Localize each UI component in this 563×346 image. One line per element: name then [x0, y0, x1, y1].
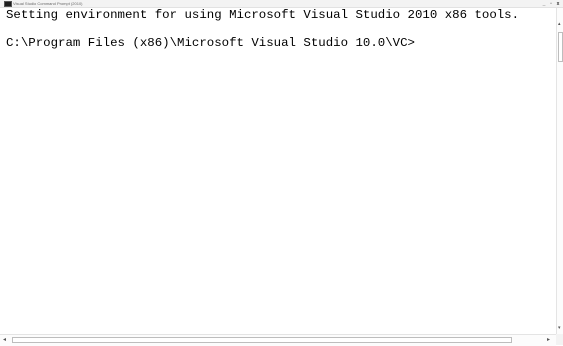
- vertical-scroll-thumb[interactable]: [558, 32, 563, 62]
- console-line-environment: Setting environment for using Microsoft …: [6, 8, 520, 22]
- scroll-left-arrow-icon[interactable]: ◂: [3, 337, 6, 343]
- window-title: Visual Studio Command Prompt (2010): [13, 1, 83, 6]
- console-prompt: C:\Program Files (x86)\Microsoft Visual …: [6, 36, 415, 50]
- scroll-right-arrow-icon[interactable]: ▸: [547, 337, 550, 343]
- resize-grip-icon[interactable]: [556, 334, 563, 345]
- vertical-scrollbar[interactable]: ▴ ▾: [556, 8, 563, 334]
- close-button[interactable]: x: [555, 1, 561, 7]
- console-app-icon[interactable]: [4, 1, 12, 7]
- scroll-up-arrow-icon[interactable]: ▴: [558, 22, 561, 27]
- horizontal-scroll-thumb[interactable]: [12, 337, 512, 343]
- scroll-down-arrow-icon[interactable]: ▾: [558, 326, 561, 331]
- minimize-button[interactable]: _: [541, 1, 547, 7]
- window-controls: _ ▫ x: [541, 0, 561, 7]
- restore-button[interactable]: ▫: [548, 1, 554, 7]
- console-output[interactable]: Setting environment for using Microsoft …: [0, 8, 556, 334]
- title-bar[interactable]: Visual Studio Command Prompt (2010) _ ▫ …: [0, 0, 563, 8]
- horizontal-scrollbar[interactable]: ◂ ▸: [0, 334, 556, 346]
